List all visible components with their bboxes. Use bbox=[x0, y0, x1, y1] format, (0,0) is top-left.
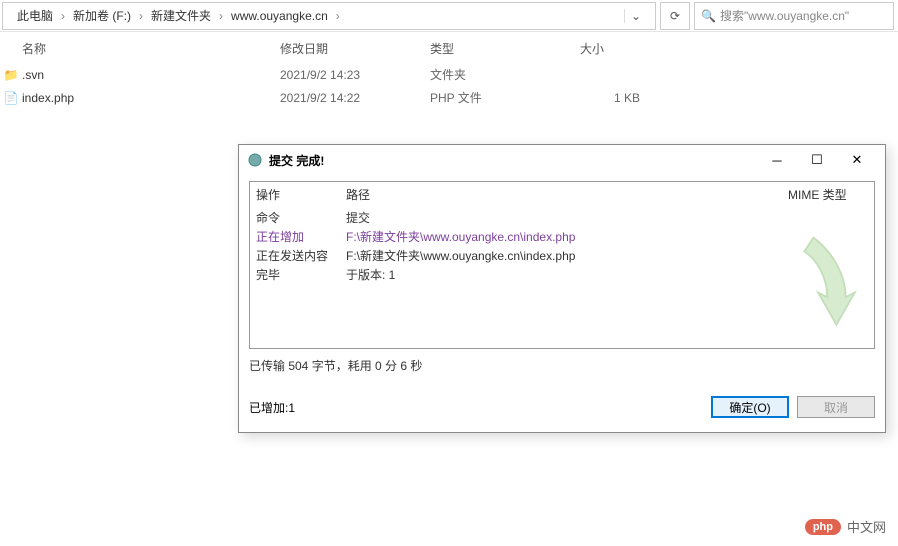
search-icon: 🔍 bbox=[701, 9, 716, 23]
file-date: 2021/9/2 14:23 bbox=[280, 68, 430, 82]
column-headers: 名称 修改日期 类型 大小 bbox=[0, 32, 898, 63]
log-list[interactable]: 操作 路径 MIME 类型 命令 提交 正在增加 F:\新建文件夹\www.ou… bbox=[249, 181, 875, 349]
minimize-button[interactable]: ─ bbox=[757, 146, 797, 174]
col-name[interactable]: 名称 bbox=[0, 40, 280, 57]
tortoise-icon bbox=[247, 152, 263, 168]
col-size[interactable]: 大小 bbox=[580, 40, 680, 57]
file-row[interactable]: 📁 .svn 2021/9/2 14:23 文件夹 bbox=[0, 63, 898, 86]
file-name: index.php bbox=[22, 91, 280, 105]
log-path: F:\新建文件夹\www.ouyangke.cn\index.php bbox=[346, 228, 868, 245]
log-path: F:\新建文件夹\www.ouyangke.cn\index.php bbox=[346, 247, 868, 264]
file-type: 文件夹 bbox=[430, 66, 580, 83]
cancel-button: 取消 bbox=[797, 396, 875, 418]
log-op: 命令 bbox=[256, 209, 346, 226]
col-type[interactable]: 类型 bbox=[430, 40, 580, 57]
file-type: PHP 文件 bbox=[430, 89, 580, 106]
file-row[interactable]: 📄 index.php 2021/9/2 14:22 PHP 文件 1 KB bbox=[0, 86, 898, 109]
watermark-text: 中文网 bbox=[847, 517, 886, 536]
file-size: 1 KB bbox=[580, 91, 680, 105]
col-date[interactable]: 修改日期 bbox=[280, 40, 430, 57]
chevron-right-icon: › bbox=[334, 9, 342, 23]
bc-current[interactable]: www.ouyangke.cn bbox=[225, 9, 334, 23]
folder-icon: 📁 bbox=[0, 68, 22, 82]
log-row[interactable]: 正在增加 F:\新建文件夹\www.ouyangke.cn\index.php bbox=[250, 227, 874, 246]
commit-dialog: 提交 完成! ─ ☐ ✕ 操作 路径 MIME 类型 命令 提交 正在增加 F:… bbox=[238, 144, 886, 433]
address-bar[interactable]: 此电脑 › 新加卷 (F:) › 新建文件夹 › www.ouyangke.cn… bbox=[2, 2, 656, 30]
log-row[interactable]: 完毕 于版本: 1 bbox=[250, 265, 874, 284]
log-header: 操作 路径 MIME 类型 bbox=[250, 182, 874, 208]
chevron-right-icon: › bbox=[217, 9, 225, 23]
file-name: .svn bbox=[22, 68, 280, 82]
log-op: 正在发送内容 bbox=[256, 247, 346, 264]
search-input[interactable]: 🔍 搜索"www.ouyangke.cn" bbox=[694, 2, 894, 30]
log-op: 正在增加 bbox=[256, 228, 346, 245]
bc-pc[interactable]: 此电脑 bbox=[11, 7, 59, 24]
file-date: 2021/9/2 14:22 bbox=[280, 91, 430, 105]
bc-drive[interactable]: 新加卷 (F:) bbox=[67, 7, 137, 24]
log-path: 提交 bbox=[346, 209, 868, 226]
bc-folder[interactable]: 新建文件夹 bbox=[145, 7, 217, 24]
transfer-stats: 已传输 504 字节，耗用 0 分 6 秒 bbox=[249, 357, 875, 374]
refresh-icon: ⟳ bbox=[670, 9, 680, 23]
php-badge-icon: php bbox=[805, 519, 841, 535]
log-row[interactable]: 命令 提交 bbox=[250, 208, 874, 227]
search-placeholder: 搜索"www.ouyangke.cn" bbox=[720, 7, 849, 24]
ok-button[interactable]: 确定(O) bbox=[711, 396, 789, 418]
log-col-mime[interactable]: MIME 类型 bbox=[788, 186, 868, 203]
dialog-title: 提交 完成! bbox=[269, 152, 757, 169]
chevron-right-icon: › bbox=[59, 9, 67, 23]
log-col-op[interactable]: 操作 bbox=[256, 186, 346, 203]
log-row[interactable]: 正在发送内容 F:\新建文件夹\www.ouyangke.cn\index.ph… bbox=[250, 246, 874, 265]
maximize-button[interactable]: ☐ bbox=[797, 146, 837, 174]
address-dropdown[interactable]: ⌄ bbox=[624, 9, 647, 23]
refresh-button[interactable]: ⟳ bbox=[660, 2, 690, 30]
log-op: 完毕 bbox=[256, 266, 346, 283]
file-icon: 📄 bbox=[0, 91, 22, 105]
file-list: 名称 修改日期 类型 大小 📁 .svn 2021/9/2 14:23 文件夹 … bbox=[0, 32, 898, 109]
log-col-path[interactable]: 路径 bbox=[346, 186, 788, 203]
close-button[interactable]: ✕ bbox=[837, 146, 877, 174]
log-path: 于版本: 1 bbox=[346, 266, 868, 283]
dialog-titlebar[interactable]: 提交 完成! ─ ☐ ✕ bbox=[239, 145, 885, 175]
added-count: 已增加:1 bbox=[249, 399, 703, 416]
watermark: php 中文网 bbox=[805, 517, 886, 536]
chevron-right-icon: › bbox=[137, 9, 145, 23]
